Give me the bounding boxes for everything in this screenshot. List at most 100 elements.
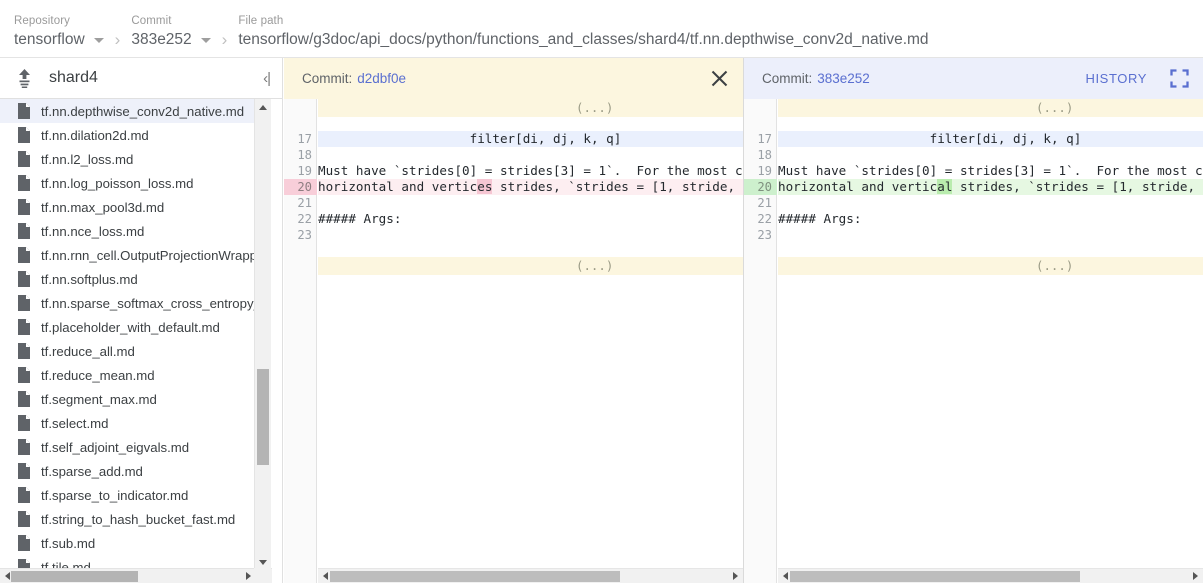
line-number: 23 [284,227,317,243]
file-list-item[interactable]: tf.nn.depthwise_conv2d_native.md [0,99,255,123]
filepath-label: File path [238,14,928,28]
file-name: tf.nn.rnn_cell.OutputProjectionWrapper.m… [41,247,255,264]
history-button[interactable]: HISTORY [1085,71,1147,86]
document-icon [17,415,31,431]
document-icon [17,487,31,503]
breadcrumb-commit[interactable]: Commit 383e252 [131,14,210,49]
sidebar-title: shard4 [49,68,263,88]
collapsed-lines-bar[interactable]: (...) [284,257,743,275]
breadcrumb-separator-icon: › [222,31,228,49]
line-number: 22 [744,211,777,227]
file-list-item[interactable]: tf.select.md [0,411,255,435]
code-line-text: filter[di, dj, k, q] [778,131,1203,147]
code-line[interactable]: 20horizontal and vertices strides, `stri… [284,179,743,195]
collapse-panel-icon[interactable]: ‹| [263,70,272,87]
collapsed-lines-bar[interactable]: (...) [284,99,743,117]
collapsed-lines-label: (...) [318,99,743,117]
file-list-item[interactable]: tf.self_adjoint_eigvals.md [0,435,255,459]
file-list-item[interactable]: tf.nn.log_poisson_loss.md [0,171,255,195]
document-icon [17,199,31,215]
code-line[interactable]: 22##### Args: [284,211,743,227]
file-list-item[interactable]: tf.nn.sparse_softmax_cross_entropy_with_… [0,291,255,315]
file-list-item[interactable]: tf.sparse_to_indicator.md [0,483,255,507]
code-line-text: horizontal and vertical strides, `stride… [778,179,1203,195]
code-line[interactable]: 23 [744,227,1203,243]
document-icon [17,391,31,407]
code-line[interactable]: 22##### Args: [744,211,1203,227]
code-line-text: Must have `strides[0] = strides[3] = 1`.… [778,163,1203,179]
breadcrumb-repository[interactable]: Repository tensorflow [14,14,104,49]
code-line[interactable]: 23 [284,227,743,243]
file-list[interactable]: tf.nn.depthwise_conv2d_native.mdtf.nn.di… [0,99,255,571]
sidebar-horizontal-scroll-thumb[interactable] [11,571,138,582]
chevron-down-icon[interactable] [201,38,211,43]
collapsed-lines-bar[interactable]: (...) [744,99,1203,117]
sidebar-vertical-scrollbar[interactable] [254,99,271,571]
changed-word-highlight: es [477,179,492,194]
file-list-item[interactable]: tf.string_to_hash_bucket_fast.md [0,507,255,531]
code-line[interactable]: 21 [744,195,1203,211]
file-list-item[interactable]: tf.reduce_all.md [0,339,255,363]
right-commit-hash[interactable]: 383e252 [817,71,870,86]
file-list-item[interactable]: tf.nn.rnn_cell.OutputProjectionWrapper.m… [0,243,255,267]
file-list-item[interactable]: tf.sub.md [0,531,255,555]
code-line[interactable]: 21 [284,195,743,211]
file-list-item[interactable]: tf.reduce_mean.md [0,363,255,387]
right-panel-horizontal-scrollbar[interactable] [778,568,1203,583]
close-icon[interactable] [707,67,731,91]
file-list-item[interactable]: tf.nn.dilation2d.md [0,123,255,147]
file-name: tf.reduce_all.md [41,343,135,360]
right-panel-scroll-thumb[interactable] [790,571,1080,582]
code-line[interactable]: 19Must have `strides[0] = strides[3] = 1… [284,163,743,179]
code-line[interactable]: 19Must have `strides[0] = strides[3] = 1… [744,163,1203,179]
code-line[interactable]: 17 filter[di, dj, k, q] [744,131,1203,147]
left-panel-horizontal-scrollbar[interactable] [318,568,743,583]
fullscreen-icon[interactable] [1167,67,1191,91]
left-panel-scroll-thumb[interactable] [330,571,620,582]
file-list-item[interactable]: tf.segment_max.md [0,387,255,411]
close-glyph [710,69,729,88]
left-commit-hash[interactable]: d2dbf0e [357,71,406,86]
document-icon [17,319,31,335]
code-line-text: horizontal and vertices strides, `stride… [318,179,743,195]
left-code-area[interactable]: (...) 17 filter[di, dj, k, q]1819Must hav… [284,99,743,583]
file-name: tf.nn.log_poisson_loss.md [41,175,193,192]
ellipsis-label: (...) [576,257,613,275]
document-icon [17,463,31,479]
file-list-item[interactable]: tf.nn.l2_loss.md [0,147,255,171]
repository-selector[interactable]: tensorflow [14,31,104,49]
navigate-up-icon[interactable] [14,67,34,89]
scroll-right-arrow-icon[interactable] [1188,569,1203,583]
line-number: 23 [744,227,777,243]
file-list-item[interactable]: tf.placeholder_with_default.md [0,315,255,339]
file-list-item[interactable]: tf.nn.nce_loss.md [0,219,255,243]
scrollbar-corner [254,568,271,583]
document-icon [17,127,31,143]
file-list-item[interactable]: tf.nn.softplus.md [0,267,255,291]
file-list-item[interactable]: tf.nn.max_pool3d.md [0,195,255,219]
repository-value: tensorflow [14,31,85,49]
right-code-area[interactable]: (...) 17 filter[di, dj, k, q]1819Must hav… [744,99,1203,583]
collapsed-lines-bar[interactable]: (...) [744,257,1203,275]
scroll-up-arrow-icon[interactable] [255,99,271,116]
code-line[interactable]: 17 filter[di, dj, k, q] [284,131,743,147]
code-line-text: ##### Args: [318,211,743,227]
chevron-down-icon[interactable] [94,38,104,43]
document-icon [17,535,31,551]
code-text-segment: horizontal and vertic [778,179,937,194]
code-line[interactable]: 18 [744,147,1203,163]
scroll-right-arrow-icon[interactable] [728,569,743,583]
sidebar-vertical-scroll-thumb[interactable] [257,369,269,465]
filepath-value: tensorflow/g3doc/api_docs/python/functio… [238,31,928,49]
sidebar-horizontal-scrollbar[interactable] [0,568,272,583]
collapsed-lines-label: (...) [778,99,1203,117]
breadcrumb: Repository tensorflow › Commit 383e252 ›… [0,0,1203,57]
commit-selector[interactable]: 383e252 [131,31,210,49]
fullscreen-glyph [1170,69,1189,88]
line-number: 21 [744,195,777,211]
sidebar-header: shard4 ‹| [0,58,282,99]
code-line[interactable]: 18 [284,147,743,163]
file-name: tf.select.md [41,415,108,432]
file-list-item[interactable]: tf.sparse_add.md [0,459,255,483]
code-line[interactable]: 20horizontal and vertical strides, `stri… [744,179,1203,195]
